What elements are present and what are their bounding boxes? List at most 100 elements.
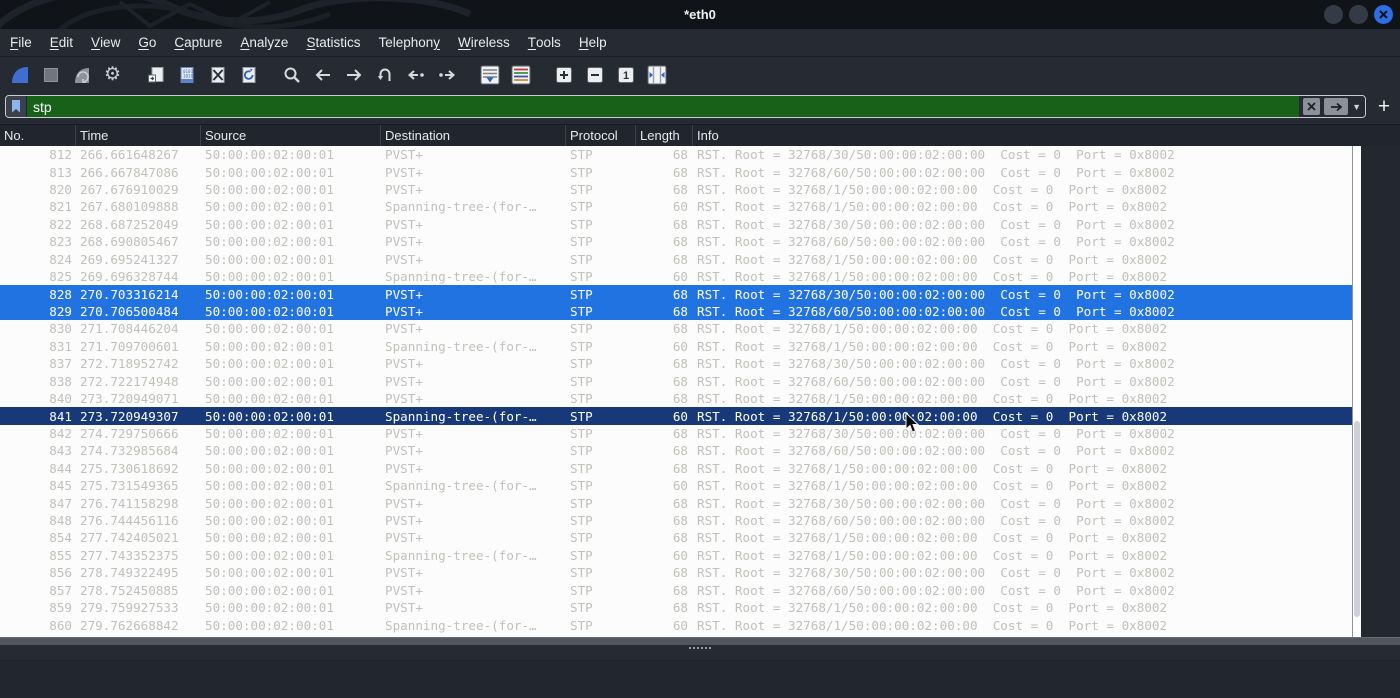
zoom-in-button[interactable] xyxy=(548,61,579,88)
display-filter-input[interactable]: stp xyxy=(27,96,1299,117)
cell-destination: Spanning-tree-(for-… xyxy=(385,478,537,494)
start-capture-button[interactable] xyxy=(4,61,35,88)
packet-row-859[interactable]: 859 279.759927533 50:00:00:02:00:01 PVST+ ST… xyxy=(0,599,1352,616)
menu-edit[interactable]: Edit xyxy=(41,29,82,56)
vertical-scrollbar[interactable] xyxy=(1352,146,1361,637)
menu-tools[interactable]: Tools xyxy=(519,29,570,56)
column-header-destination[interactable]: Destination xyxy=(381,125,566,146)
packet-row-821[interactable]: 821 267.680109888 50:00:00:02:00:01 Spannin… xyxy=(0,198,1352,215)
packet-row-842[interactable]: 842 274.729750666 50:00:00:02:00:01 PVST+ ST… xyxy=(0,425,1352,442)
maximize-button[interactable] xyxy=(1349,5,1368,24)
filter-bookmark-button[interactable] xyxy=(6,96,27,117)
column-header-time[interactable]: Time xyxy=(76,125,201,146)
menu-analyze[interactable]: Analyze xyxy=(231,29,297,56)
go-first-packet-button[interactable] xyxy=(400,61,431,88)
packet-row-820[interactable]: 820 267.676910029 50:00:00:02:00:01 PVST+ ST… xyxy=(0,181,1352,198)
horizontal-scrollbar[interactable] xyxy=(0,637,1400,645)
cell-info: RST. Root = 32768/1/50:00:00:02:00:00 Co… xyxy=(697,269,1168,285)
close-file-button[interactable] xyxy=(202,61,233,88)
cell-time: 276.741158298 xyxy=(80,495,179,511)
cell-length: 68 xyxy=(672,182,688,198)
column-header-info[interactable]: Info xyxy=(693,125,1400,146)
cell-info: RST. Root = 32768/1/50:00:00:02:00:00 Co… xyxy=(697,338,1168,354)
filter-apply-button[interactable] xyxy=(1324,98,1349,115)
packet-row-825[interactable]: 825 269.696328744 50:00:00:02:00:01 Spannin… xyxy=(0,268,1352,285)
menu-wireless[interactable]: Wireless xyxy=(449,29,519,56)
column-header-length[interactable]: Length xyxy=(636,125,693,146)
packet-row-840[interactable]: 840 273.720949071 50:00:00:02:00:01 PVST+ ST… xyxy=(0,390,1352,407)
menu-capture[interactable]: Capture xyxy=(165,29,231,56)
cell-protocol: STP xyxy=(570,530,593,546)
cell-protocol: STP xyxy=(570,269,593,285)
column-header-protocol[interactable]: Protocol xyxy=(566,125,636,146)
menu-file[interactable]: File xyxy=(1,29,41,56)
menu-go[interactable]: Go xyxy=(129,29,165,56)
column-header-no[interactable]: No. xyxy=(0,125,76,146)
packet-row-847[interactable]: 847 276.741158298 50:00:00:02:00:01 PVST+ ST… xyxy=(0,494,1352,511)
cell-source: 50:00:00:02:00:01 xyxy=(205,304,334,319)
packet-row-841[interactable]: 841 273.720949307 50:00:00:02:00:01 Spannin… xyxy=(0,407,1352,425)
packet-row-845[interactable]: 845 275.731549365 50:00:00:02:00:01 Spannin… xyxy=(0,477,1352,494)
packet-list-header: No. Time Source Destination Protocol Length In… xyxy=(0,124,1400,146)
packet-row-837[interactable]: 837 272.718952742 50:00:00:02:00:01 PVST+ ST… xyxy=(0,355,1352,372)
go-forward-button[interactable] xyxy=(338,61,369,88)
column-header-source[interactable]: Source xyxy=(201,125,381,146)
cell-info: RST. Root = 32768/30/50:00:00:02:00:00 C… xyxy=(697,495,1175,511)
packet-row-838[interactable]: 838 272.722174948 50:00:00:02:00:01 PVST+ ST… xyxy=(0,372,1352,389)
packet-row-831[interactable]: 831 271.709700601 50:00:00:02:00:01 Spannin… xyxy=(0,338,1352,355)
packet-row-860[interactable]: 860 279.762668842 50:00:00:02:00:01 Spannin… xyxy=(0,616,1352,633)
scrollbar-thumb[interactable] xyxy=(1354,420,1360,618)
packet-row-856[interactable]: 856 278.749322495 50:00:00:02:00:01 PVST+ ST… xyxy=(0,564,1352,581)
packet-row-854[interactable]: 854 277.742405021 50:00:00:02:00:01 PVST+ ST… xyxy=(0,529,1352,546)
reload-file-button[interactable] xyxy=(233,61,264,88)
packet-row-812[interactable]: 812 266.661648267 50:00:00:02:00:01 PVST+ ST… xyxy=(0,146,1352,163)
cell-protocol: STP xyxy=(570,338,593,354)
zoom-100-button[interactable]: 1 xyxy=(610,61,641,88)
restart-capture-button[interactable] xyxy=(66,61,97,88)
menu-statistics[interactable]: Statistics xyxy=(297,29,369,56)
stop-capture-button[interactable] xyxy=(35,61,66,88)
packet-row-813[interactable]: 813 266.667847086 50:00:00:02:00:01 PVST+ ST… xyxy=(0,163,1352,180)
packet-row-828[interactable]: 828 270.703316214 50:00:00:02:00:01 PVST+ ST… xyxy=(0,285,1352,303)
search-icon xyxy=(284,67,300,83)
splitter-handle[interactable] xyxy=(689,647,711,649)
auto-scroll-button[interactable] xyxy=(474,61,505,88)
packet-row-843[interactable]: 843 274.732985684 50:00:00:02:00:01 PVST+ ST… xyxy=(0,442,1352,459)
packet-row-824[interactable]: 824 269.695241327 50:00:00:02:00:01 PVST+ ST… xyxy=(0,251,1352,268)
cell-source: 50:00:00:02:00:01 xyxy=(205,338,334,354)
menu-help[interactable]: Help xyxy=(570,29,616,56)
cell-protocol: STP xyxy=(570,513,593,529)
cell-time: 275.730618692 xyxy=(80,460,179,476)
go-last-packet-button[interactable] xyxy=(431,61,462,88)
minimize-button[interactable] xyxy=(1324,5,1343,24)
go-back-button[interactable] xyxy=(307,61,338,88)
cell-length: 68 xyxy=(672,251,688,267)
packet-row-857[interactable]: 857 278.752450885 50:00:00:02:00:01 PVST+ ST… xyxy=(0,582,1352,599)
zoom-out-button[interactable] xyxy=(579,61,610,88)
packet-row-855[interactable]: 855 277.743352375 50:00:00:02:00:01 Spannin… xyxy=(0,547,1352,564)
go-to-packet-button[interactable] xyxy=(369,61,400,88)
packet-row-822[interactable]: 822 268.687252049 50:00:00:02:00:01 PVST+ ST… xyxy=(0,216,1352,233)
cell-protocol: STP xyxy=(570,251,593,267)
cell-time: 277.743352375 xyxy=(80,547,179,563)
packet-row-848[interactable]: 848 276.744456116 50:00:00:02:00:01 PVST+ ST… xyxy=(0,512,1352,529)
close-button[interactable] xyxy=(1374,5,1393,24)
packet-row-830[interactable]: 830 271.708446204 50:00:00:02:00:01 PVST+ ST… xyxy=(0,320,1352,337)
filter-dropdown-caret[interactable]: ▼ xyxy=(1352,102,1361,112)
resize-columns-button[interactable] xyxy=(641,61,672,88)
open-file-button[interactable] xyxy=(140,61,171,88)
filter-add-button[interactable]: + xyxy=(1373,95,1395,118)
save-file-button[interactable]: 0101 1010 xyxy=(171,61,202,88)
capture-options-button[interactable]: ⚙ xyxy=(97,61,128,88)
cell-source: 50:00:00:02:00:01 xyxy=(205,582,334,598)
packet-row-829[interactable]: 829 270.706500484 50:00:00:02:00:01 PVST+ ST… xyxy=(0,302,1352,321)
colorize-packets-button[interactable] xyxy=(505,61,536,88)
cell-destination: PVST+ xyxy=(385,304,423,319)
filter-clear-button[interactable] xyxy=(1303,98,1321,115)
packet-row-844[interactable]: 844 275.730618692 50:00:00:02:00:01 PVST+ ST… xyxy=(0,460,1352,477)
menu-view[interactable]: View xyxy=(82,29,129,56)
find-packet-button[interactable] xyxy=(276,61,307,88)
packet-row-823[interactable]: 823 268.690805467 50:00:00:02:00:01 PVST+ ST… xyxy=(0,233,1352,250)
cell-destination: PVST+ xyxy=(385,373,423,389)
menu-telephony[interactable]: Telephon y xyxy=(369,29,449,56)
